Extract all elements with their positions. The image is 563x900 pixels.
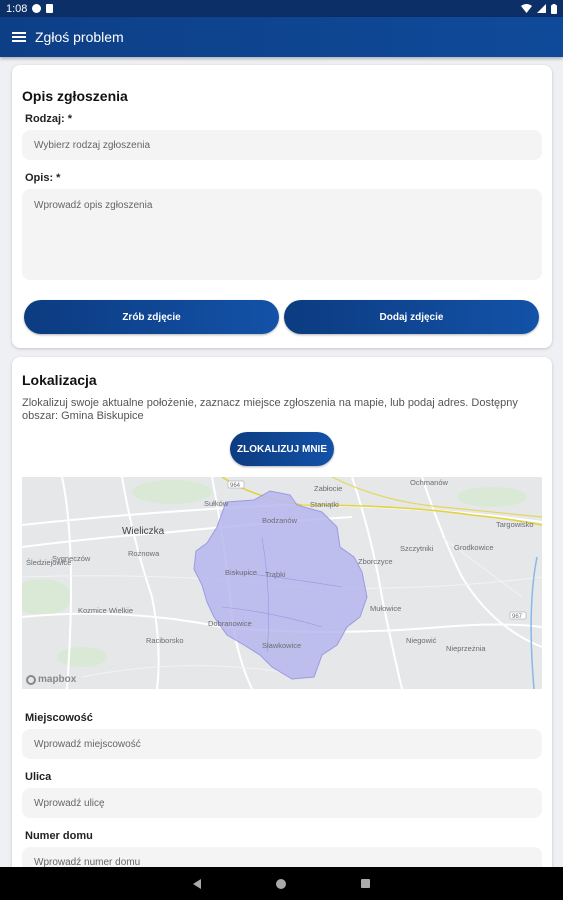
map-label: Dobranowice	[208, 619, 252, 628]
street-label: Ulica	[25, 771, 52, 783]
road-badge: 964	[230, 483, 241, 489]
map-label: Ochmanów	[410, 478, 449, 487]
map-label: Sułków	[204, 499, 229, 508]
city-placeholder: Wprowadź miejscowość	[34, 738, 141, 750]
map-label: Wieliczka	[122, 526, 165, 537]
house-number-input[interactable]: Wprowadź numer domu	[22, 847, 542, 867]
back-icon[interactable]	[193, 878, 201, 889]
map-canvas[interactable]: 964 967 Wieliczka Sułków Bodzanów Stanią…	[22, 477, 542, 689]
house-number-label: Numer domu	[25, 830, 93, 842]
type-placeholder: Wybierz rodzaj zgłoszenia	[34, 139, 151, 151]
map-label: Mułowice	[370, 604, 401, 613]
locate-me-button[interactable]: ZLOKALIZUJ MNIE	[230, 432, 334, 466]
home-icon[interactable]	[276, 878, 286, 889]
mapbox-logo[interactable]: mapbox	[26, 674, 76, 685]
street-placeholder: Wprowadź ulicę	[34, 797, 105, 809]
house-number-placeholder: Wprowadź numer domu	[34, 856, 141, 868]
map-view[interactable]: 964 967 Wieliczka Sułków Bodzanów Stanią…	[22, 477, 542, 689]
map-label: Grodkowice	[454, 543, 494, 552]
city-label: Miejscowość	[25, 712, 93, 724]
mapbox-attribution: mapbox	[38, 674, 77, 685]
description-card: Opis zgłoszenia Rodzaj: * Wybierz rodzaj…	[12, 65, 552, 348]
mapbox-icon	[26, 674, 36, 685]
map-label: Sławkowice	[262, 641, 301, 650]
battery-icon	[551, 3, 557, 14]
status-bar: 1:08	[0, 0, 563, 17]
type-select[interactable]: Wybierz rodzaj zgłoszenia	[22, 130, 542, 160]
add-photo-button[interactable]: Dodaj zdjęcie	[284, 300, 539, 334]
map-label: Trąbki	[265, 570, 286, 579]
map-label: Kozmice Wielkie	[78, 606, 133, 615]
wifi-icon	[521, 4, 532, 13]
notification-icon	[32, 4, 42, 13]
signal-icon	[537, 4, 546, 13]
page-title: Zgłoś problem	[35, 29, 124, 45]
map-label: Niegowić	[406, 636, 437, 645]
app-bar: Zgłoś problem	[0, 17, 563, 57]
city-input[interactable]: Wprowadź miejscowość	[22, 729, 542, 759]
description-textarea[interactable]: Wprowadź opis zgłoszenia	[22, 189, 542, 280]
street-input[interactable]: Wprowadź ulicę	[22, 788, 542, 818]
menu-icon[interactable]	[12, 32, 26, 42]
map-label: Rożnowa	[128, 549, 160, 558]
map-label: Biskupice	[225, 568, 257, 577]
type-label: Rodzaj: *	[25, 113, 73, 125]
map-label: Zabłocie	[314, 484, 342, 493]
road-badge: 967	[512, 614, 523, 620]
sim-card-icon	[46, 4, 54, 13]
description-label: Opis: *	[25, 172, 61, 184]
map-label: Szczytniki	[400, 544, 434, 553]
map-label: Zborczyce	[358, 557, 393, 566]
location-description: Zlokalizuj swoje aktualne położenie, zaz…	[22, 397, 518, 422]
map-label: Staniątki	[310, 500, 339, 509]
map-label: Targowisko	[496, 520, 534, 529]
map-label: Sygneczów	[52, 554, 91, 563]
description-placeholder: Wprowadź opis zgłoszenia	[34, 200, 153, 211]
take-photo-button[interactable]: Zrób zdjęcie	[24, 300, 279, 334]
location-card: Lokalizacja Zlokalizuj swoje aktualne po…	[12, 357, 552, 867]
scroll-content[interactable]: Opis zgłoszenia Rodzaj: * Wybierz rodzaj…	[0, 57, 563, 867]
system-nav-bar	[0, 867, 563, 900]
location-card-title: Lokalizacja	[22, 372, 97, 388]
map-label: Raciborsko	[146, 636, 184, 645]
recent-apps-icon[interactable]	[361, 879, 370, 888]
status-time: 1:08	[6, 2, 28, 15]
description-card-title: Opis zgłoszenia	[22, 88, 128, 104]
map-label: Nieprzeżnia	[446, 644, 486, 653]
map-label: Bodzanów	[262, 516, 298, 525]
